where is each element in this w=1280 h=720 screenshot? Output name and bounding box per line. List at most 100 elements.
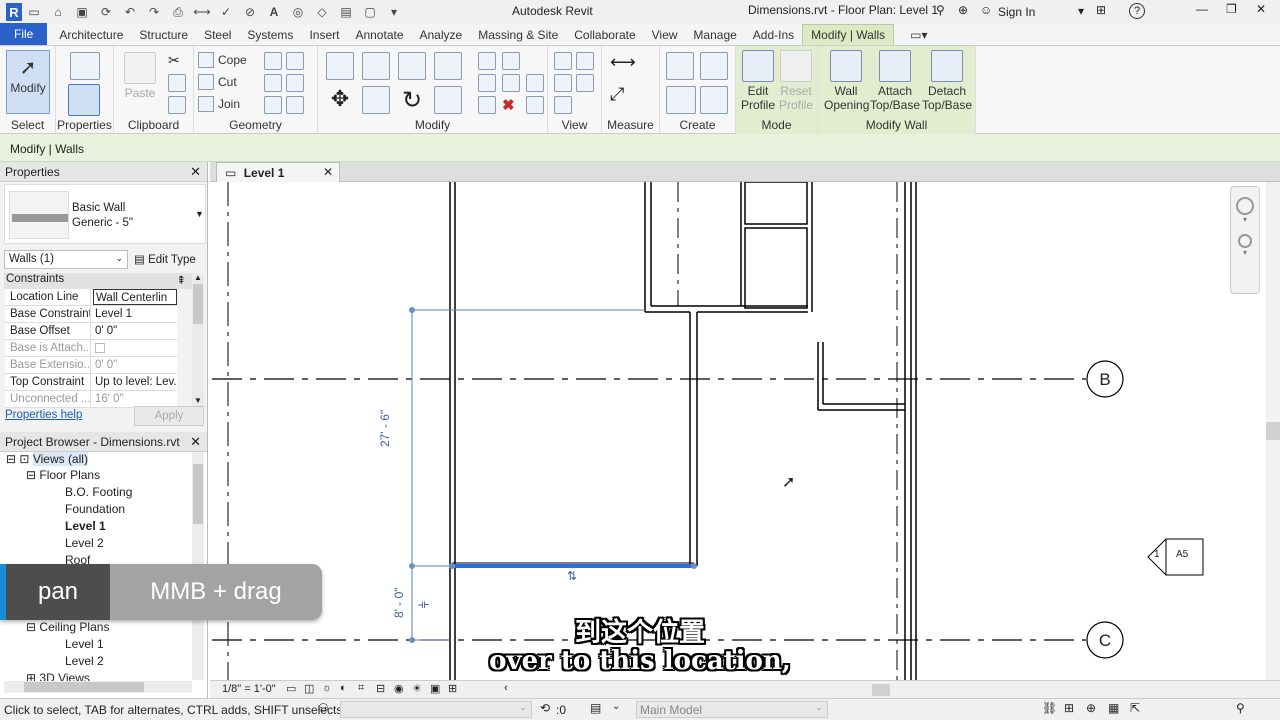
worksets-icon[interactable]: ⚇ <box>318 701 329 715</box>
property-row[interactable]: Base Offset 0' 0" <box>5 323 177 340</box>
create-assembly-icon[interactable] <box>666 52 694 80</box>
restore-icon[interactable]: ❐ <box>1226 2 1237 16</box>
copy-icon[interactable] <box>362 86 390 114</box>
scroll-down-icon[interactable]: ▼ <box>192 396 204 405</box>
browser-hscrollbar[interactable] <box>4 681 192 693</box>
dropdown-arrow-icon[interactable]: ⌄ <box>612 701 620 712</box>
tab-annotate[interactable]: Annotate <box>347 25 411 45</box>
filter-icon[interactable]: ⚲ <box>1236 701 1245 715</box>
help-button[interactable]: ? <box>1129 3 1145 19</box>
steering-wheel-icon[interactable] <box>1236 197 1254 215</box>
tab-add-ins[interactable]: Add-Ins <box>745 25 802 45</box>
sign-in-dropdown-icon[interactable]: ▾ <box>1078 4 1084 18</box>
select-link-icon[interactable] <box>554 96 572 114</box>
override-graphics-icon[interactable] <box>576 52 594 70</box>
edit-type-button[interactable]: ▤ Edit Type <box>132 250 204 269</box>
split-face-icon[interactable] <box>264 52 282 70</box>
scroll-thumb[interactable] <box>24 682 144 692</box>
zoom-icon[interactable] <box>1238 234 1252 248</box>
hscroll-left-icon[interactable]: ‹ <box>504 682 508 694</box>
collapse-icon[interactable]: ⊟ <box>26 468 36 482</box>
tab-insert[interactable]: Insert <box>301 25 347 45</box>
save-icon[interactable]: ▣ <box>74 4 90 20</box>
ribbon-minimize-toggle[interactable]: ▭▾ <box>902 25 935 45</box>
rotate-icon[interactable]: ↻ <box>398 86 426 114</box>
thin-lines-icon[interactable]: ▤ <box>338 4 354 20</box>
open-folder-icon[interactable]: ⌂ <box>50 4 66 20</box>
mirror-axis-icon[interactable] <box>398 52 426 80</box>
tab-steel[interactable]: Steel <box>196 25 239 45</box>
hammer-icon[interactable] <box>286 96 304 114</box>
paint-brush-icon[interactable] <box>264 96 282 114</box>
print-icon[interactable]: ⎙ <box>170 4 186 20</box>
detail-level-icon[interactable]: ▭ <box>286 682 296 695</box>
measure-between-icon[interactable]: ⟷ <box>610 52 640 78</box>
properties-close-icon[interactable]: ✕ <box>190 164 201 180</box>
text-icon[interactable]: A <box>266 4 282 20</box>
browser-close-icon[interactable]: ✕ <box>190 434 201 450</box>
open-icon[interactable]: ▭ <box>26 4 42 20</box>
design-option-dropdown[interactable]: Main Model ⌄ <box>636 701 828 718</box>
crop-view-icon[interactable]: ⌗ <box>358 682 364 695</box>
apply-button[interactable]: Apply <box>134 406 204 426</box>
canvas-vscrollbar[interactable] <box>1266 182 1280 682</box>
temp-hide-icon[interactable]: ◉ <box>394 682 404 695</box>
tree-view-foundation[interactable]: Foundation <box>65 502 125 516</box>
minimize-icon[interactable]: — <box>1196 2 1208 16</box>
search-icon[interactable]: ⚲ <box>936 3 945 17</box>
tree-view-bo-footing[interactable]: B.O. Footing <box>65 485 132 499</box>
dimension-lock-icon[interactable]: ⟛ <box>418 597 429 611</box>
detach-top-base-button[interactable]: Detach Top/Base <box>922 50 972 112</box>
array-icon[interactable] <box>478 74 496 92</box>
attach-top-base-button[interactable]: Attach Top/Base <box>870 50 920 112</box>
move-icon[interactable]: ✥ <box>326 86 354 114</box>
join-button[interactable]: Join <box>198 96 240 112</box>
scale-icon[interactable] <box>478 96 496 114</box>
visual-style-icon[interactable]: ◫ <box>304 682 314 695</box>
tree-floor-plans[interactable]: ⊟ Floor Plans <box>26 468 100 482</box>
type-dropdown-icon[interactable]: ▼ <box>195 209 204 219</box>
binoculars-icon[interactable]: ⊕ <box>958 3 968 17</box>
zoom-dropdown-icon[interactable]: ▾ <box>1231 248 1259 257</box>
base-attached-checkbox[interactable] <box>95 343 105 353</box>
create-parts-icon[interactable] <box>700 52 728 80</box>
demolish-icon[interactable] <box>286 74 304 92</box>
collapse-icon[interactable]: ⊟ <box>6 452 16 466</box>
instance-filter-dropdown[interactable]: Walls (1) ⌄ <box>4 250 128 269</box>
dimension-icon[interactable]: ✓ <box>218 4 234 20</box>
tree-view-level-2[interactable]: Level 2 <box>65 536 104 550</box>
edit-profile-button[interactable]: Edit Profile <box>738 50 778 112</box>
copy-clipboard-icon[interactable] <box>168 74 186 92</box>
select-by-face-icon[interactable]: ▦ <box>1108 701 1119 715</box>
design-options-icon[interactable]: ▤ <box>590 701 601 715</box>
offset-icon[interactable] <box>362 52 390 80</box>
undo-icon[interactable]: ↶ <box>122 4 138 20</box>
paint-icon[interactable] <box>264 74 282 92</box>
sign-in-link[interactable]: Sign In <box>998 5 1035 19</box>
analytical-model-icon[interactable]: ⊞ <box>448 682 457 695</box>
tab-massing-site[interactable]: Massing & Site <box>470 25 566 45</box>
cut-clipboard-icon[interactable]: ✂ <box>168 52 186 70</box>
select-pinned-icon[interactable]: ⊕ <box>1086 701 1096 715</box>
tab-analyze[interactable]: Analyze <box>412 25 471 45</box>
delete-icon[interactable]: ✖ <box>502 96 520 114</box>
editable-only-icon[interactable]: ⟲ <box>540 701 550 715</box>
extend-icon[interactable] <box>526 96 544 114</box>
tab-structure[interactable]: Structure <box>131 25 196 45</box>
tab-collaborate[interactable]: Collaborate <box>566 25 643 45</box>
trim-extend-icon[interactable] <box>434 86 462 114</box>
reveal-hidden-icon[interactable]: ☀ <box>412 682 422 695</box>
constraints-section-header[interactable]: Constraints ⇞ <box>4 273 192 289</box>
tree-views-all[interactable]: ⊟ ⊡ Views (all) <box>6 452 88 466</box>
cope-button[interactable]: Cope <box>198 52 247 68</box>
qat-dropdown-icon[interactable]: ▾ <box>386 4 402 20</box>
scroll-thumb[interactable] <box>193 464 203 524</box>
properties-scrollbar[interactable]: ▲ ▼ <box>192 273 204 407</box>
aligned-dimension-icon[interactable]: ⤢ <box>610 84 640 112</box>
close-hidden-icon[interactable]: ▢ <box>362 4 378 20</box>
tab-file[interactable]: File <box>0 23 48 45</box>
view-scale[interactable]: 1/8" = 1'-0" <box>222 683 276 695</box>
sun-path-icon[interactable]: ☼ <box>322 682 332 694</box>
select-underlay-icon[interactable]: ⊞ <box>1064 701 1074 715</box>
flip-control-icon[interactable]: ⇅ <box>567 569 577 583</box>
